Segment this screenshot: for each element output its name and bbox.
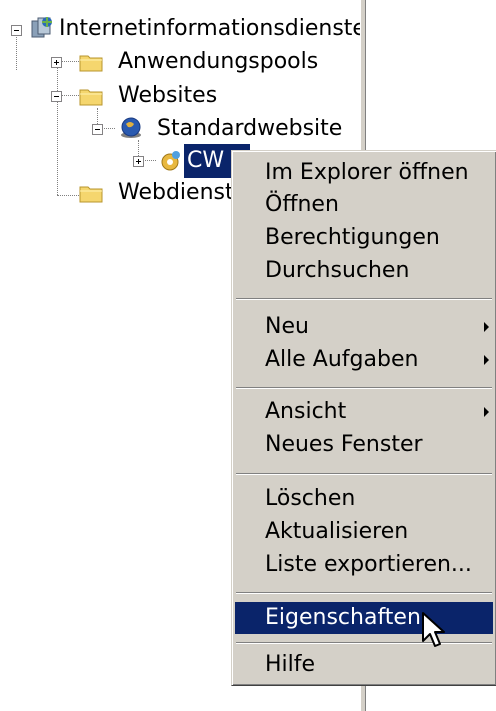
menu-item-label: Ansicht bbox=[265, 399, 347, 424]
menu-item-hilfe[interactable]: Hilfe bbox=[235, 649, 493, 681]
context-menu: Im Explorer öffnen Öffnen Berechtigungen… bbox=[231, 150, 496, 686]
menu-item-neues-fenster[interactable]: Neues Fenster bbox=[235, 429, 493, 461]
menu-separator bbox=[236, 298, 492, 300]
tree-item-label: Webdienste bbox=[118, 180, 248, 205]
menu-item-oeffnen[interactable]: Öffnen bbox=[235, 189, 493, 221]
expand-toggle[interactable] bbox=[133, 156, 144, 167]
menu-item-label: Hilfe bbox=[265, 652, 316, 677]
menu-item-label: Aktualisieren bbox=[265, 519, 409, 544]
folder-icon bbox=[79, 55, 103, 72]
collapse-toggle[interactable] bbox=[11, 25, 22, 36]
arrow-cursor-icon bbox=[422, 612, 445, 647]
tree-item-iis[interactable]: Internetinformationsdienste bbox=[0, 12, 366, 46]
folder-icon bbox=[79, 89, 103, 106]
tree-item-anwendungspools[interactable]: Anwendungspools bbox=[0, 45, 360, 79]
menu-item-ansicht[interactable]: Ansicht bbox=[235, 396, 493, 428]
menu-item-label: Alle Aufgaben bbox=[265, 347, 419, 372]
menu-item-neu[interactable]: Neu bbox=[235, 311, 493, 343]
expand-toggle[interactable] bbox=[51, 57, 62, 68]
collapse-toggle[interactable] bbox=[92, 124, 103, 135]
menu-item-label: Im Explorer öffnen bbox=[265, 160, 469, 185]
menu-item-alle-aufgaben[interactable]: Alle Aufgaben bbox=[235, 344, 493, 376]
menu-separator bbox=[236, 642, 492, 644]
menu-item-label: Öffnen bbox=[265, 192, 339, 217]
tree-item-label: Anwendungspools bbox=[118, 49, 319, 74]
submenu-arrow-icon bbox=[484, 355, 489, 365]
menu-item-aktualisieren[interactable]: Aktualisieren bbox=[235, 516, 493, 548]
menu-item-label: Durchsuchen bbox=[265, 258, 410, 283]
menu-item-eigenschaften[interactable]: Eigenschaften bbox=[235, 602, 493, 634]
tree-item-standardwebsite[interactable]: Standardwebsite bbox=[0, 112, 360, 146]
folder-icon bbox=[79, 186, 103, 203]
gear-icon bbox=[161, 151, 180, 171]
submenu-arrow-icon bbox=[484, 407, 489, 417]
menu-item-berechtigungen[interactable]: Berechtigungen bbox=[235, 222, 493, 254]
tree-item-websites[interactable]: Websites bbox=[0, 79, 360, 113]
menu-item-label: Berechtigungen bbox=[265, 225, 440, 250]
menu-item-label: Löschen bbox=[265, 486, 356, 511]
menu-item-label: Eigenschaften bbox=[265, 605, 421, 630]
menu-item-im-explorer-oeffnen[interactable]: Im Explorer öffnen bbox=[235, 157, 493, 189]
menu-item-loeschen[interactable]: Löschen bbox=[235, 483, 493, 515]
globe-icon bbox=[121, 117, 141, 138]
menu-item-durchsuchen[interactable]: Durchsuchen bbox=[235, 255, 493, 287]
menu-separator bbox=[236, 473, 492, 475]
menu-separator bbox=[236, 592, 492, 594]
tree-item-label: Internetinformationsdienste bbox=[59, 16, 366, 41]
tree-item-label: Websites bbox=[118, 83, 218, 108]
iis-server-icon bbox=[31, 17, 52, 38]
collapse-toggle[interactable] bbox=[51, 91, 62, 102]
menu-item-label: Neu bbox=[265, 314, 309, 339]
menu-separator bbox=[236, 387, 492, 389]
menu-item-liste-exportieren[interactable]: Liste exportieren... bbox=[235, 549, 493, 581]
tree-item-label: Standardwebsite bbox=[157, 116, 343, 141]
menu-item-label: Neues Fenster bbox=[265, 432, 423, 457]
menu-item-label: Liste exportieren... bbox=[265, 552, 472, 577]
submenu-arrow-icon bbox=[484, 322, 489, 332]
